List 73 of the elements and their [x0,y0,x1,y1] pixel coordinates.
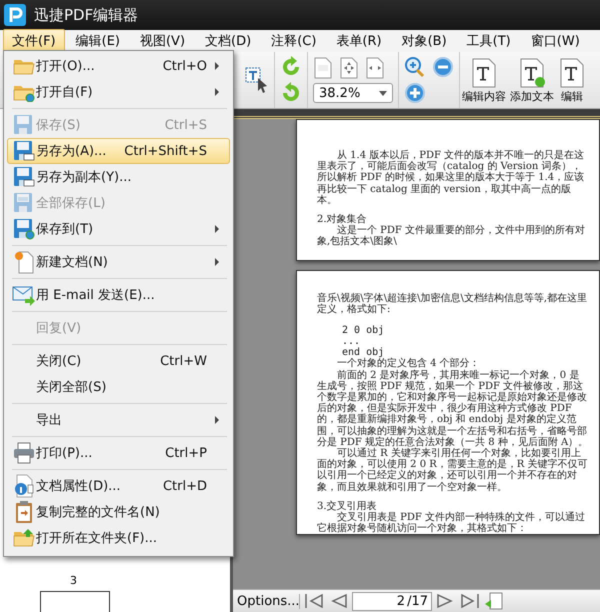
page-number: 3 [70,574,77,587]
submenu-arrow-icon [213,257,221,267]
menu-item-icon [13,442,35,464]
menu-item[interactable]: 文档(D) [196,29,260,53]
document-icon [470,58,498,88]
page-text: 交叉引用表是 PDF 文件内部一种特殊的文件，可以通过它根据对象号随机访问一个对象，其格式如下： [317,512,586,534]
submenu-arrow-icon [213,61,221,71]
page-number-field[interactable]: 2/17 [352,592,432,610]
page-thumbnail[interactable] [40,591,110,612]
page-text: 一个对象的定义包含 4 个部分： [336,358,481,370]
menu-item[interactable]: 导出 [7,407,230,433]
menu-item[interactable]: 打开(O)... Ctrl+O [7,53,230,79]
page-text: end obj [341,347,384,358]
actual-size-icon[interactable] [313,57,333,79]
document-icon [558,58,586,88]
first-page-icon[interactable] [304,592,324,610]
zoom-in-icon[interactable] [404,56,426,78]
menu-item[interactable]: 另存为副本(Y)... [7,164,230,190]
menu-item[interactable]: 新建文档(N) [7,249,230,275]
submenu-arrow-icon [213,224,221,234]
zoom-in-icon[interactable] [404,82,426,104]
menu-item[interactable]: 打开所在文件夹(F)... [7,525,230,551]
menu-item-icon [13,114,35,136]
menu-item-icon [14,250,34,274]
page-text: 可以通过 R 关键字来引用任何一个对象，比如要引用上面的对象，可以使用 2 0 R，需要主意的是，R 关键字不仅可以引用一个已经定义的对象，还可以引用一个并不存在的对象，而且效果就和引用了一个空对象一样。 [317,448,588,493]
text-select-icon[interactable] [245,67,269,93]
toolbar-button[interactable]: 编辑内容 [460,52,508,108]
window-title: 迅捷PDF编辑器 [34,6,138,24]
page-text: 从 1.4 版本以后，PDF 文件的版本并不唯一的只是在这里表示了，可能后面会改写（catalog 的 Version 词条），所以解析 PDF 的时候，如果这里的版本大于等于 1.4，应该再比较一下 catalog 里面的 version，取其中高一点的版本。 [317,150,586,206]
menu-item-icon [13,218,35,240]
menu-item[interactable]: 复制完整的文件名(N) [7,499,230,525]
menu-item[interactable]: 文档属性(D)... Ctrl+D [7,473,230,499]
page-text: 前面的 2 是对象序号，其用来唯一标记一个对象，0 是生成号，按照 PDF 规范，如果一个 PDF 文件被修改，那这个数字是累加的，它和对象序号一起标记是原始对象还是修改后的对象，但是实际开发中，很少有用这种方式修改 PDF 的，都是重新编排对象号，obj 和 endobj 是对象的定义范围，可以抽象的理解为这就是一个左括号和右括号，省略号部分是 PDF 规定的任意合法对象（一共 8 种，见后面附 A）。 [317,370,589,448]
page-text: 音乐\视频\字体\超连接\加密信息\文档结构信息等等,都在这里定义，格式如下: [317,292,588,315]
zoom-out-icon[interactable] [432,56,454,78]
menu-item[interactable]: 打开自(F) [7,79,230,105]
menu-item-icon [12,284,36,306]
menu-item-icon [13,192,35,214]
menu-item[interactable]: 打印(P)... Ctrl+P [7,440,230,466]
menu-item[interactable]: 注释(C) [262,29,326,53]
last-page-icon[interactable] [460,592,480,610]
menu-item[interactable]: 表单(R) [327,29,391,53]
caret-icon [379,90,387,96]
menu-item[interactable]: 关闭(C) Ctrl+W [7,348,230,374]
fit-width-icon[interactable] [365,57,385,79]
menu-item-icon [13,140,35,162]
menu-item-icon [13,528,35,548]
menu-item-icon [13,474,35,498]
toolbar-button[interactable]: 添加文本 [508,52,556,108]
submenu-arrow-icon [213,415,221,425]
options-dropdown[interactable]: Options... [233,594,300,608]
fit-page-icon[interactable] [339,57,359,79]
menu-item[interactable]: 编辑(E) [66,29,129,53]
menu-item[interactable]: 用 E-mail 发送(E)... [7,282,230,308]
page-text: 2.对象集合 [317,214,368,225]
app-logo-icon [4,4,26,26]
page-text: 2 0 obj [341,324,386,336]
page-text: ... [341,336,362,348]
menu-item[interactable]: 窗口(W) [522,29,589,53]
toolbar-button[interactable]: 编辑 [556,52,588,108]
submenu-arrow-icon [213,87,221,97]
page-text: 这是一个 PDF 文件最重要的部分，文件中用到的所有对象,包括文本\图象\ [317,225,586,248]
menu-item-icon [14,500,34,524]
document-icon [518,58,546,88]
menu-item[interactable]: 保存到(T) [7,216,230,242]
menu-item[interactable]: 工具(T) [458,29,520,53]
menu-item[interactable]: 视图(V) [130,29,194,53]
menu-item-icon [13,166,35,188]
zoom-dropdown[interactable]: 38.2% [313,83,393,103]
page-text: 3.交叉引用表 [317,500,377,512]
menu-item[interactable]: 对象(B) [392,29,456,53]
menu-item[interactable]: 另存为(A)... Ctrl+Shift+S [7,138,230,164]
menu-item[interactable]: 关闭全部(S) [7,374,230,400]
